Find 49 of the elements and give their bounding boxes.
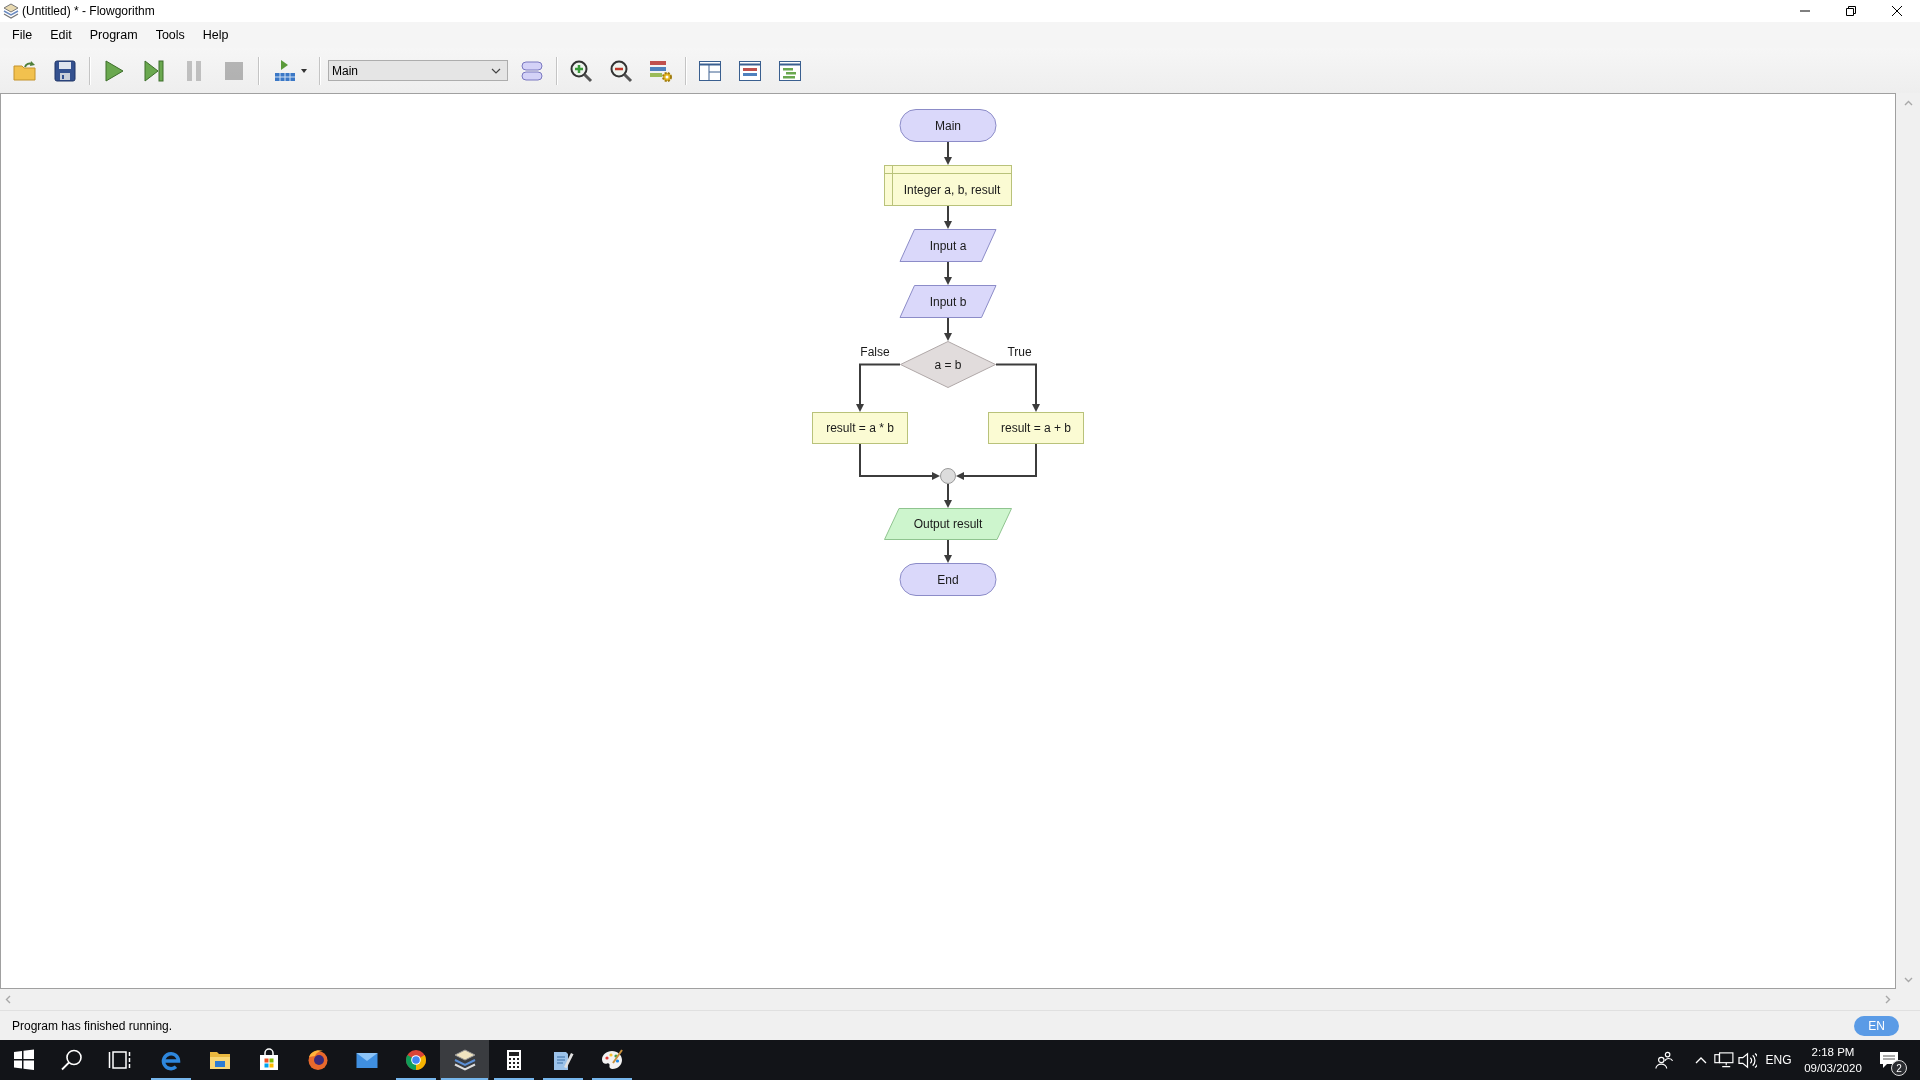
input-node: Input a [899,229,997,262]
search-icon[interactable] [60,1048,84,1072]
branch-label: True [1007,345,1032,359]
play-blocks-icon[interactable] [273,58,297,83]
app-icon [3,3,19,19]
people-icon[interactable] [1655,1051,1673,1069]
menu-item[interactable]: Help [193,25,238,45]
output-node: Output result [884,508,1012,540]
menu-item[interactable]: Program [80,25,147,45]
declare-node: Integer a, b, result [884,165,1012,206]
assign-node: result = a * b [812,412,908,444]
notification-badge: 2 [1891,1060,1907,1076]
menu-item[interactable]: Tools [146,25,194,45]
flow-arrow [944,483,952,508]
flow-arrow [995,363,1040,412]
assign-node: result = a + b [988,412,1084,444]
input-node: Input b [899,285,997,318]
menu-item[interactable]: File [3,25,42,45]
palette-icon[interactable] [599,1048,624,1072]
task-view-icon[interactable] [108,1048,132,1072]
notification-button[interactable]: 2 [1872,1040,1906,1080]
chevron-down-icon[interactable] [491,67,501,74]
decision-node: a = b [900,341,996,388]
flow-arrow [944,141,952,165]
taskbar-app[interactable] [440,1040,489,1080]
flow-arrow [944,205,952,229]
start-icon[interactable] [12,1048,36,1072]
caret-icon[interactable] [301,68,307,73]
terminal-node: Main [899,109,997,142]
flow-arrow [856,363,901,412]
layers-icon[interactable] [452,1048,477,1072]
speaker-icon[interactable] [1737,1051,1757,1069]
flow-arrow [944,261,952,285]
branch-label: False [860,345,890,359]
junction-node [940,468,956,484]
ring-logo-icon[interactable] [403,1048,428,1072]
function-select[interactable]: Main [328,60,508,81]
window-title: (Untitled) * - Flowgorithm [22,4,155,18]
restore-icon[interactable] [1846,6,1856,16]
close-icon[interactable] [1892,6,1902,16]
terminal-node: End [899,563,997,596]
flow-arrow [944,317,952,341]
globe-logo-icon[interactable] [305,1048,330,1072]
status-message: Program has finished running. [12,1018,173,1033]
menu-item[interactable]: Edit [41,25,81,45]
flow-arrow [944,539,952,563]
clock[interactable]: 2:18 PM 09/03/2020 [1800,1040,1866,1080]
input-language-button[interactable]: ENG [1762,1040,1795,1080]
network-icon[interactable] [1714,1052,1734,1068]
